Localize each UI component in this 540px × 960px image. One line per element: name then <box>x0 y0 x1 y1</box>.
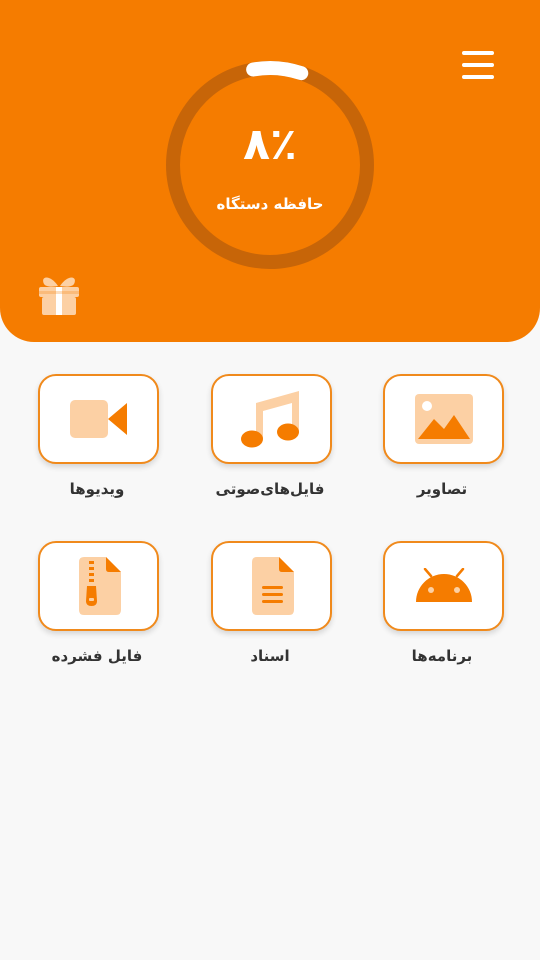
archives-button[interactable] <box>38 541 159 631</box>
category-documents: اسناد <box>200 541 340 681</box>
images-label: تصاویر <box>416 480 468 498</box>
documents-button[interactable] <box>211 541 332 631</box>
music-icon <box>240 391 299 448</box>
category-apps: برنامه‌ها <box>372 541 512 681</box>
apps-label: برنامه‌ها <box>411 647 473 665</box>
category-archives: فایل فشرده <box>27 541 167 681</box>
documents-label: اسناد <box>250 647 290 665</box>
zip-file-icon <box>78 557 121 615</box>
category-videos: ویدیوها <box>27 374 167 514</box>
document-icon <box>251 557 294 615</box>
image-icon <box>414 394 473 444</box>
category-grid: تصاویر فایل‌های‌صوتی ویدیوها <box>0 0 540 960</box>
images-button[interactable] <box>383 374 504 464</box>
audio-button[interactable] <box>211 374 332 464</box>
videos-button[interactable] <box>38 374 159 464</box>
android-icon <box>415 568 472 602</box>
video-camera-icon <box>69 400 127 438</box>
apps-button[interactable] <box>383 541 504 631</box>
archives-label: فایل فشرده <box>51 647 143 665</box>
category-audio: فایل‌های‌صوتی <box>200 374 340 514</box>
category-images: تصاویر <box>372 374 512 514</box>
audio-label: فایل‌های‌صوتی <box>215 480 325 498</box>
videos-label: ویدیوها <box>69 480 125 498</box>
